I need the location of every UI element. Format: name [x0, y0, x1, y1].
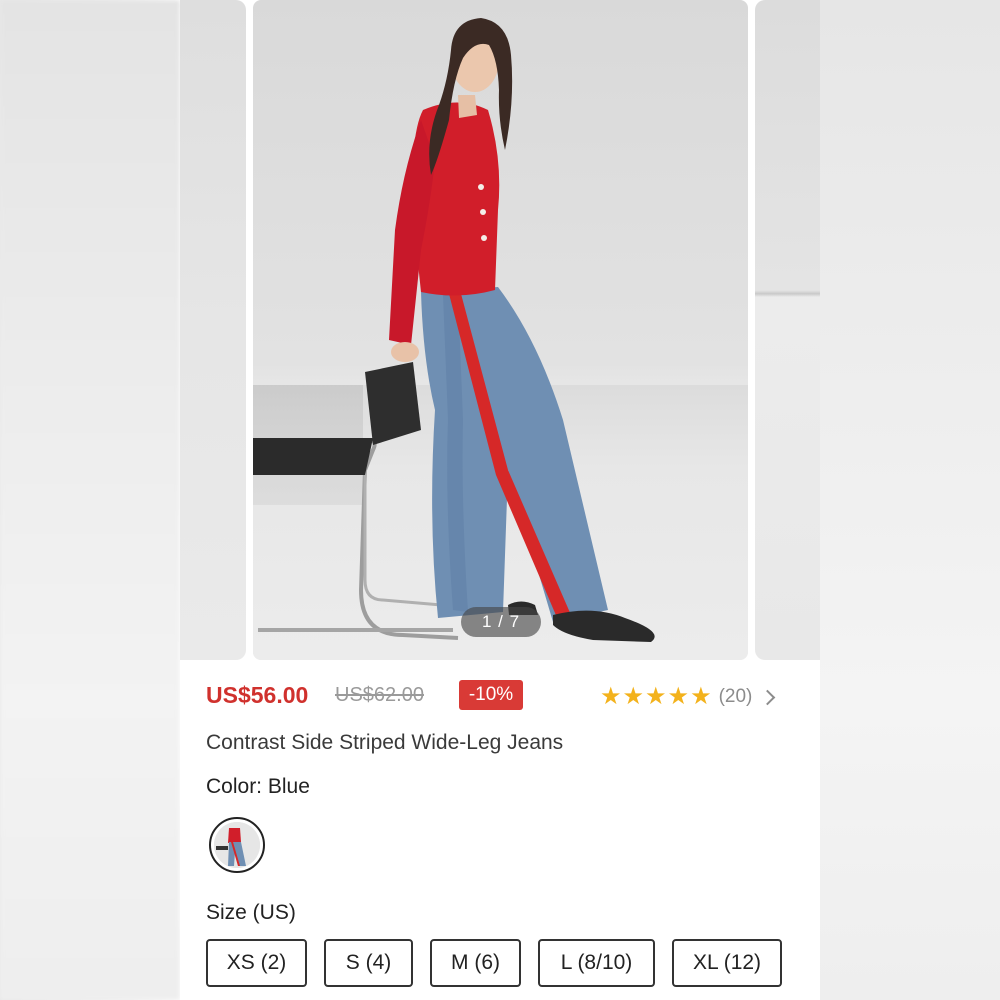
image-counter: 1 / 7 — [461, 607, 541, 637]
color-label: Color: Blue — [206, 775, 310, 798]
discount-badge: -10% — [459, 680, 523, 710]
chevron-right-icon — [760, 689, 776, 705]
original-price: US$62.00 — [335, 684, 424, 706]
size-option-s[interactable]: S (4) — [324, 939, 413, 987]
product-title: Contrast Side Striped Wide-Leg Jeans — [206, 731, 564, 754]
product-info: US$56.00 US$62.00 -10% ★ ★ ★ ★ ★ (20) Co… — [180, 662, 820, 1000]
next-slide-peek[interactable] — [755, 0, 820, 660]
size-option-xs[interactable]: XS (2) — [206, 939, 307, 987]
product-page: 1 / 7 US$56.00 US$62.00 -10% ★ ★ ★ ★ ★ (… — [180, 0, 820, 1000]
star-icon: ★ — [667, 683, 690, 710]
color-swatch-blue[interactable] — [209, 817, 265, 873]
product-image[interactable]: 1 / 7 — [253, 0, 748, 660]
image-gallery[interactable]: 1 / 7 — [180, 0, 820, 662]
star-icon: ★ — [600, 683, 622, 710]
background-right — [820, 0, 1000, 1000]
swatch-thumbnail-image — [214, 822, 260, 868]
star-icon: ★ — [622, 683, 645, 710]
star-icon: ★ — [645, 683, 667, 710]
size-option-xl[interactable]: XL (12) — [672, 939, 782, 987]
review-count: (20) — [718, 686, 753, 707]
size-option-l[interactable]: L (8/10) — [538, 939, 655, 987]
size-label: Size (US) — [206, 901, 296, 924]
rating-link[interactable]: ★ ★ ★ ★ ★ (20) — [600, 683, 776, 711]
star-icon: ★ — [690, 683, 712, 710]
current-price: US$56.00 — [206, 682, 309, 708]
background-left — [0, 0, 180, 1000]
size-options: XS (2) S (4) M (6) L (8/10) XL (12) — [206, 939, 799, 987]
model-illustration — [253, 18, 655, 642]
swatch-thumbnail — [214, 822, 260, 868]
previous-slide-peek[interactable] — [180, 0, 246, 660]
size-option-m[interactable]: M (6) — [430, 939, 521, 987]
price-row: US$56.00 US$62.00 -10% ★ ★ ★ ★ ★ (20) — [206, 680, 796, 714]
